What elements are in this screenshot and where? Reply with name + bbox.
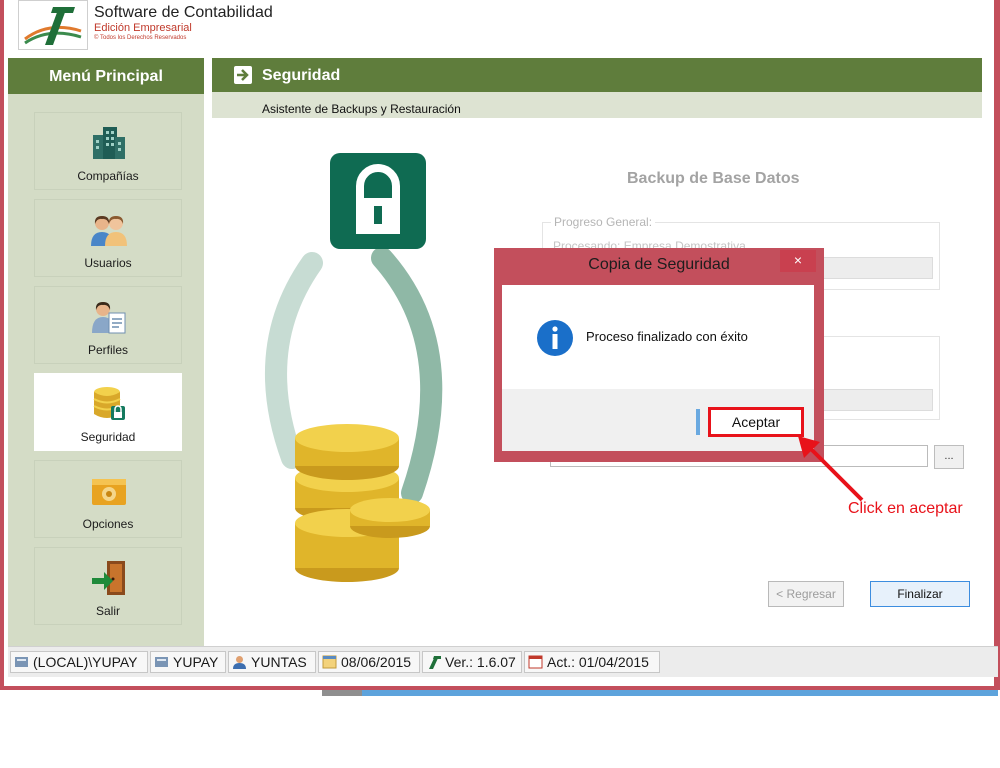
main-menu: Menú Principal Compañías Usuarios Perfil… (8, 58, 204, 646)
taskbar-strip-gray (322, 690, 362, 696)
sidebar-item-salir[interactable]: Salir (34, 547, 182, 625)
status-user: YUNTAS (228, 651, 316, 673)
info-icon (537, 320, 573, 356)
sidebar-item-perfiles[interactable]: Perfiles (34, 286, 182, 364)
finish-button[interactable]: Finalizar (870, 581, 970, 607)
backup-illustration (265, 153, 443, 582)
dialog-close-button[interactable]: × (780, 250, 816, 272)
server-icon (15, 657, 28, 667)
accept-button-focus-edge (696, 409, 700, 435)
buildings-icon (93, 127, 125, 159)
database-icon (155, 657, 168, 667)
back-button[interactable]: < Regresar (768, 581, 844, 607)
taskbar-strip (322, 690, 998, 696)
status-server: (LOCAL)\YUPAY (10, 651, 148, 673)
sidebar-item-label: Usuarios (84, 256, 132, 270)
arrow-right-icon (234, 66, 252, 84)
calendar-updated-icon (528, 655, 543, 669)
calendar-icon (322, 655, 337, 669)
wizard-title: Backup de Base Datos (627, 170, 800, 187)
status-updated: Act.: 01/04/2015 (524, 651, 660, 673)
options-icon (92, 479, 126, 505)
app-logo (18, 0, 88, 50)
user-icon (233, 656, 246, 669)
status-database: YUPAY (150, 651, 226, 673)
database-lock-icon (93, 387, 125, 420)
sidebar-item-opciones[interactable]: Opciones (34, 460, 182, 538)
sidebar-item-label: Compañías (77, 169, 139, 183)
app-rights: © Todos los Derechos Reservados (94, 35, 187, 41)
status-date-text: 08/06/2015 (341, 654, 412, 670)
status-user-text: YUNTAS (251, 654, 307, 670)
dialog-body: Proceso finalizado con éxito Aceptar (502, 285, 814, 451)
sidebar-item-label: Perfiles (87, 343, 128, 357)
status-updated-text: Act.: 01/04/2015 (547, 654, 649, 670)
app-title: Software de Contabilidad (94, 4, 273, 21)
status-version: Ver.: 1.6.07 (422, 651, 522, 673)
app-edition: Edición Empresarial (94, 22, 192, 34)
sidebar-item-companias[interactable]: Compañías (34, 112, 182, 190)
section-subheader: Asistente de Backups y Restauración (212, 92, 982, 118)
status-bar: (LOCAL)\YUPAY YUPAY YUNTAS 08/06/2015 Ve… (8, 646, 998, 677)
app-header: Software de Contabilidad Edición Empresa… (4, 0, 994, 58)
status-version-text: Ver.: 1.6.07 (445, 654, 516, 670)
backup-complete-dialog: Copia de Seguridad × Proceso finalizado … (494, 248, 824, 462)
exit-door-icon (92, 561, 125, 595)
sidebar-item-usuarios[interactable]: Usuarios (34, 199, 182, 277)
progress-group-legend: Progreso General: (551, 215, 656, 229)
profile-icon (92, 302, 126, 334)
app-version-icon (429, 656, 441, 669)
sidebar-item-seguridad[interactable]: Seguridad (34, 373, 182, 451)
section-title: Seguridad (262, 67, 341, 84)
coins-icon (295, 424, 430, 582)
status-database-text: YUPAY (173, 654, 219, 670)
browse-button[interactable]: ... (934, 445, 964, 469)
section-header: Seguridad (212, 58, 982, 92)
sidebar-item-label: Opciones (82, 517, 134, 531)
users-icon (91, 216, 127, 246)
status-server-text: (LOCAL)\YUPAY (33, 654, 138, 670)
annotation-text: Click en aceptar (848, 500, 963, 517)
sidebar-item-label: Seguridad (80, 430, 136, 444)
dialog-title: Copia de Seguridad (588, 256, 730, 273)
annotation-arrow (798, 436, 864, 502)
dialog-message: Proceso finalizado con éxito (586, 329, 748, 344)
status-date: 08/06/2015 (318, 651, 420, 673)
sidebar-item-label: Salir (95, 604, 120, 618)
main-menu-header: Menú Principal (8, 58, 204, 94)
